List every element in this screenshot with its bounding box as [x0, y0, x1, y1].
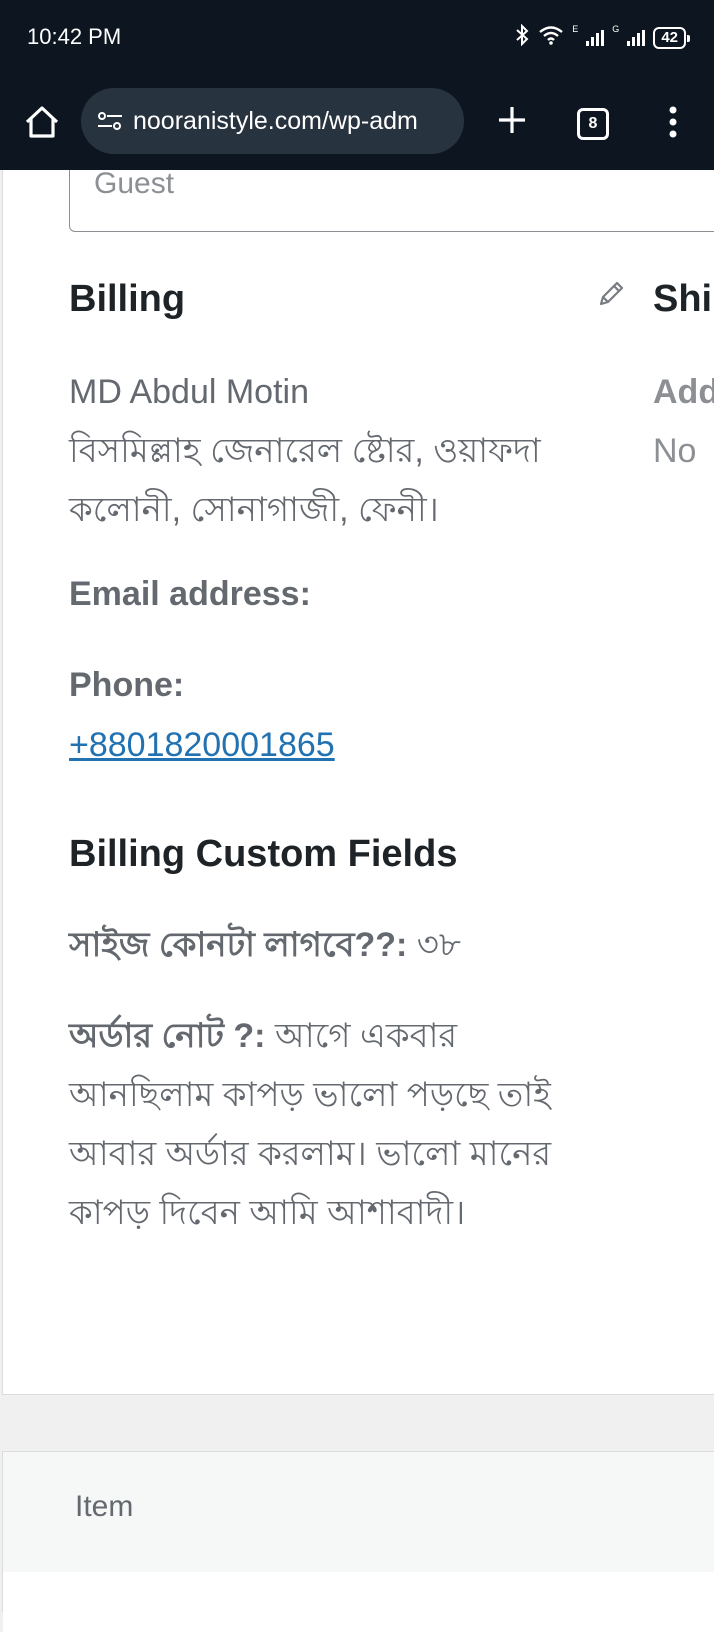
items-body — [3, 1572, 714, 1632]
custom-field-note: অর্ডার নোট ?: আগে একবার আনছিলাম কাপড় ভা… — [69, 1007, 559, 1243]
status-bar: 10:42 PM E G 42 — [0, 0, 714, 80]
battery-icon: 42 — [653, 26, 690, 49]
custom-field-size: সাইজ কোনটা লাগবে??: ৩৮ — [69, 916, 569, 975]
billing-name: MD Abdul Motin — [69, 373, 309, 411]
more-vert-icon[interactable] — [660, 102, 686, 142]
network-type-e: E — [572, 24, 579, 34]
status-time: 10:42 PM — [27, 24, 122, 49]
address-bar[interactable]: nooranistyle.com/wp-adm — [81, 88, 464, 154]
order-items-card: Item — [2, 1451, 714, 1632]
custom-field-size-value: ৩৮ — [407, 926, 461, 964]
home-icon[interactable] — [22, 102, 62, 142]
signal-icon-2 — [627, 29, 646, 46]
tabs-button[interactable]: 8 — [577, 108, 609, 140]
shipping-address-value: No — [653, 432, 697, 470]
custom-field-size-label: সাইজ কোনটা লাগবে??: — [69, 926, 408, 964]
shipping-address-label: Add — [653, 373, 714, 411]
status-icons: E G 42 — [514, 23, 690, 51]
shipping-address: Add No — [653, 363, 714, 481]
plus-icon[interactable] — [492, 100, 532, 140]
edit-billing-pencil-icon[interactable] — [595, 278, 627, 310]
network-type-g: G — [612, 24, 620, 34]
shipping-heading: Shi — [653, 278, 713, 320]
browser-toolbar: nooranistyle.com/wp-adm 8 — [0, 80, 714, 170]
email-label: Email address: — [69, 575, 311, 613]
bluetooth-icon — [514, 23, 530, 51]
billing-address: MD Abdul Motin বিসমিল্লাহ জেনারেল ষ্টোর,… — [69, 363, 629, 540]
customer-select[interactable]: Guest — [69, 170, 714, 232]
url-text: nooranistyle.com/wp-adm — [133, 106, 418, 135]
order-details-card: Guest Billing Shi MD Abdul Motin বিসমিল্… — [2, 170, 714, 1395]
phone-link[interactable]: +8801820001865 — [69, 726, 335, 765]
site-settings-icon[interactable] — [95, 106, 125, 136]
wifi-icon — [538, 25, 564, 50]
billing-heading: Billing — [69, 278, 186, 320]
custom-fields-heading: Billing Custom Fields — [69, 833, 458, 875]
billing-address-line-2: কলোনী, সোনাগাজী, ফেনী। — [69, 491, 439, 529]
items-column-header: Item — [75, 1490, 134, 1523]
custom-field-note-label: অর্ডার নোট ?: — [69, 1017, 266, 1055]
phone-label: Phone: — [69, 666, 185, 704]
billing-address-line-1: বিসমিল্লাহ জেনারেল ষ্টোর, ওয়াফদা — [69, 432, 541, 470]
signal-icon — [586, 29, 605, 46]
